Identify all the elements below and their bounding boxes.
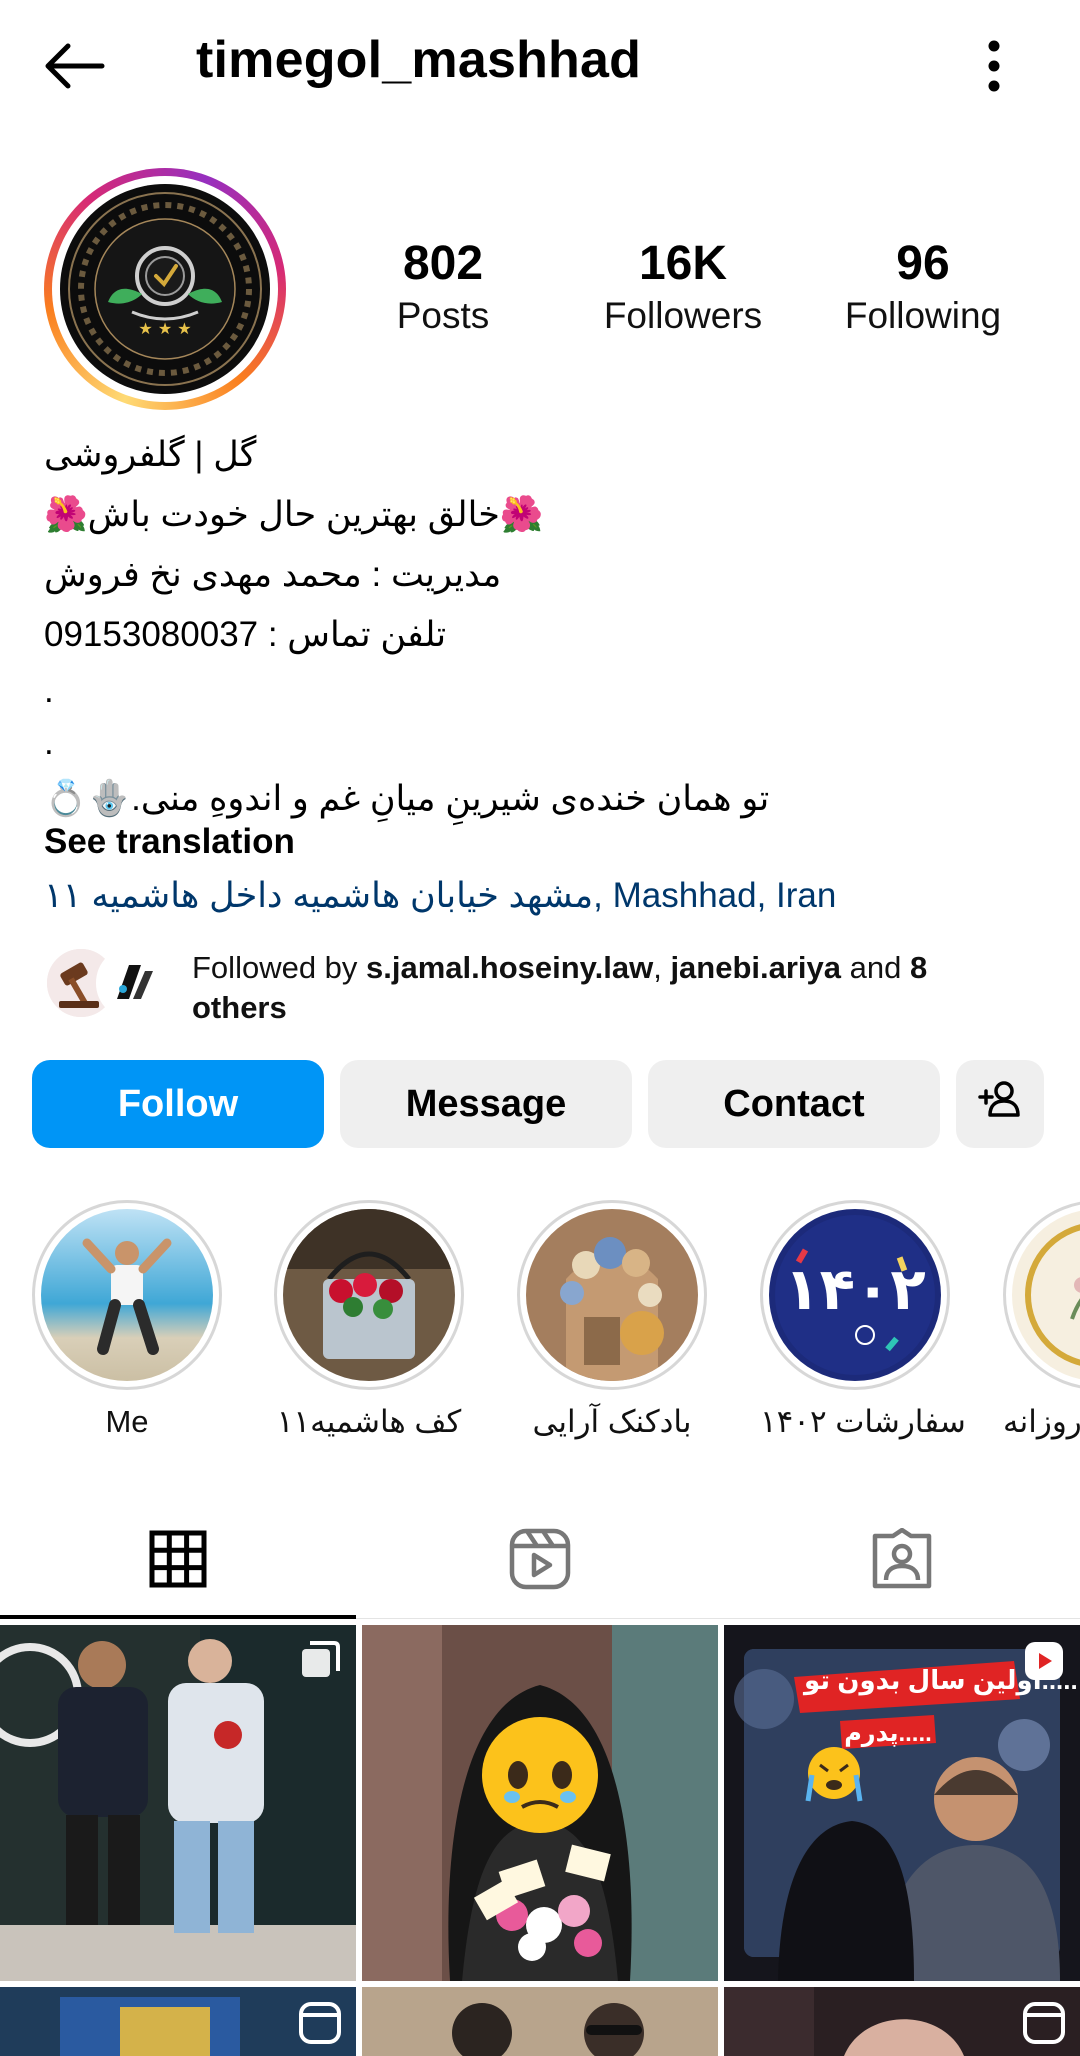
reels-icon bbox=[509, 1528, 571, 1595]
message-button[interactable]: Message bbox=[340, 1060, 632, 1148]
suggested-users-button[interactable] bbox=[956, 1060, 1044, 1148]
mutual-followers-avatars[interactable] bbox=[44, 946, 174, 1026]
highlight-cover bbox=[283, 1209, 455, 1381]
highlight-cover bbox=[526, 1209, 698, 1381]
followed-by-separator: , bbox=[653, 950, 671, 985]
followed-by-text[interactable]: Followed by s.jamal.hoseiny.law, janebi.… bbox=[192, 948, 992, 1028]
mutual-username[interactable]: janebi.ariya bbox=[670, 950, 841, 985]
story-highlight[interactable]: روزانه bbox=[1003, 1200, 1080, 1440]
tab-tagged[interactable] bbox=[724, 1500, 1080, 1622]
back-arrow-icon[interactable] bbox=[40, 30, 112, 102]
bio-line: گل | گلفروشی bbox=[44, 434, 257, 474]
bio-line: 🌺خالق بهترین حال خودت باش🌺 bbox=[44, 494, 544, 534]
followers-count-value: 16K bbox=[638, 237, 728, 290]
posts-count-label: Posts bbox=[396, 295, 490, 337]
more-options-icon[interactable] bbox=[966, 34, 1022, 98]
highlight-cover bbox=[41, 1209, 213, 1381]
profile-avatar[interactable]: ★ ★ ★ bbox=[44, 168, 286, 410]
story-highlight[interactable]: کف هاشمیه۱۱ bbox=[274, 1200, 464, 1440]
followers-count-label: Followers bbox=[603, 295, 763, 337]
avatar bbox=[96, 946, 170, 1020]
add-user-icon bbox=[976, 1075, 1024, 1133]
following-count[interactable]: 96 Following bbox=[823, 236, 1023, 341]
post-thumbnail[interactable] bbox=[0, 1987, 356, 2056]
story-highlight[interactable]: ۱۴۰۲ سفارشات ۱۴۰۲ bbox=[760, 1200, 966, 1440]
bio-line: تلفن تماس : 09153080037 bbox=[44, 614, 447, 654]
following-count-value: 96 bbox=[896, 237, 950, 290]
bio-line: . bbox=[44, 722, 54, 762]
contact-button[interactable]: Contact bbox=[648, 1060, 940, 1148]
followers-count[interactable]: 16K Followers bbox=[583, 236, 783, 341]
highlight-label: سفارشات ۱۴۰۲ bbox=[760, 1404, 966, 1439]
see-translation-link[interactable]: See translation bbox=[44, 822, 295, 862]
story-highlight[interactable]: Me bbox=[32, 1200, 222, 1440]
post-thumbnail[interactable] bbox=[362, 1625, 718, 1981]
highlight-label: روزانه bbox=[1003, 1404, 1080, 1439]
post-thumbnail[interactable]: اولین سال بدون تو..... پدرم..... bbox=[724, 1625, 1080, 1981]
post-thumbnail[interactable] bbox=[0, 1625, 356, 1981]
followed-by-and: and bbox=[841, 950, 910, 985]
followed-by-prefix: Followed by bbox=[192, 950, 367, 985]
reel-icon bbox=[298, 2001, 342, 2045]
svg-text:★ ★ ★: ★ ★ ★ bbox=[138, 319, 191, 338]
story-highlight[interactable]: بادکنک آرایی bbox=[517, 1200, 707, 1440]
bio-line: مدیریت : محمد مهدی نخ فروش bbox=[44, 554, 502, 594]
posts-count-value: 802 bbox=[402, 237, 484, 290]
top-bar: timegol_mashhad bbox=[0, 0, 1080, 128]
highlight-label: بادکنک آرایی bbox=[532, 1404, 692, 1439]
tab-posts-grid[interactable] bbox=[0, 1500, 356, 1622]
highlight-cover bbox=[1012, 1209, 1080, 1381]
following-count-label: Following bbox=[844, 295, 1002, 337]
tagged-icon bbox=[871, 1527, 933, 1595]
post-thumbnail[interactable] bbox=[724, 1987, 1080, 2056]
brand-logo-icon: ★ ★ ★ bbox=[60, 184, 270, 394]
post-thumbnail[interactable] bbox=[362, 1987, 718, 2056]
location-link[interactable]: مشهد خیابان هاشمیه داخل هاشمیه ۱۱, Mashh… bbox=[44, 876, 836, 916]
highlight-cover: ۱۴۰۲ bbox=[769, 1209, 941, 1381]
profile-bio: گل | گلفروشی 🌺خالق بهترین حال خودت باش🌺 … bbox=[44, 424, 1044, 828]
grid-icon bbox=[149, 1530, 207, 1593]
bio-line: . bbox=[44, 670, 54, 710]
highlight-label: Me bbox=[105, 1404, 149, 1439]
post-caption-overlay: پدرم..... bbox=[844, 1720, 932, 1747]
bio-line: 💍🪬.تو همان خنده‌ی شیرینِ میانِ غم و اندو… bbox=[44, 778, 770, 818]
mutual-username[interactable]: s.jamal.hoseiny.law bbox=[366, 950, 653, 985]
highlight-label: کف هاشمیه۱۱ bbox=[276, 1404, 462, 1439]
post-caption-overlay: اولین سال بدون تو..... bbox=[804, 1665, 1078, 1695]
reel-icon bbox=[1022, 2001, 1066, 2045]
multiple-posts-icon bbox=[298, 1639, 342, 1683]
follow-button[interactable]: Follow bbox=[32, 1060, 324, 1148]
profile-page: timegol_mashhad ★ ★ ★ 802 Posts 16K Foll… bbox=[0, 0, 1080, 2056]
posts-count[interactable]: 802 Posts bbox=[343, 236, 543, 341]
profile-username: timegol_mashhad bbox=[196, 31, 642, 89]
active-tab-indicator bbox=[0, 1615, 356, 1619]
tab-reels[interactable] bbox=[362, 1500, 718, 1622]
